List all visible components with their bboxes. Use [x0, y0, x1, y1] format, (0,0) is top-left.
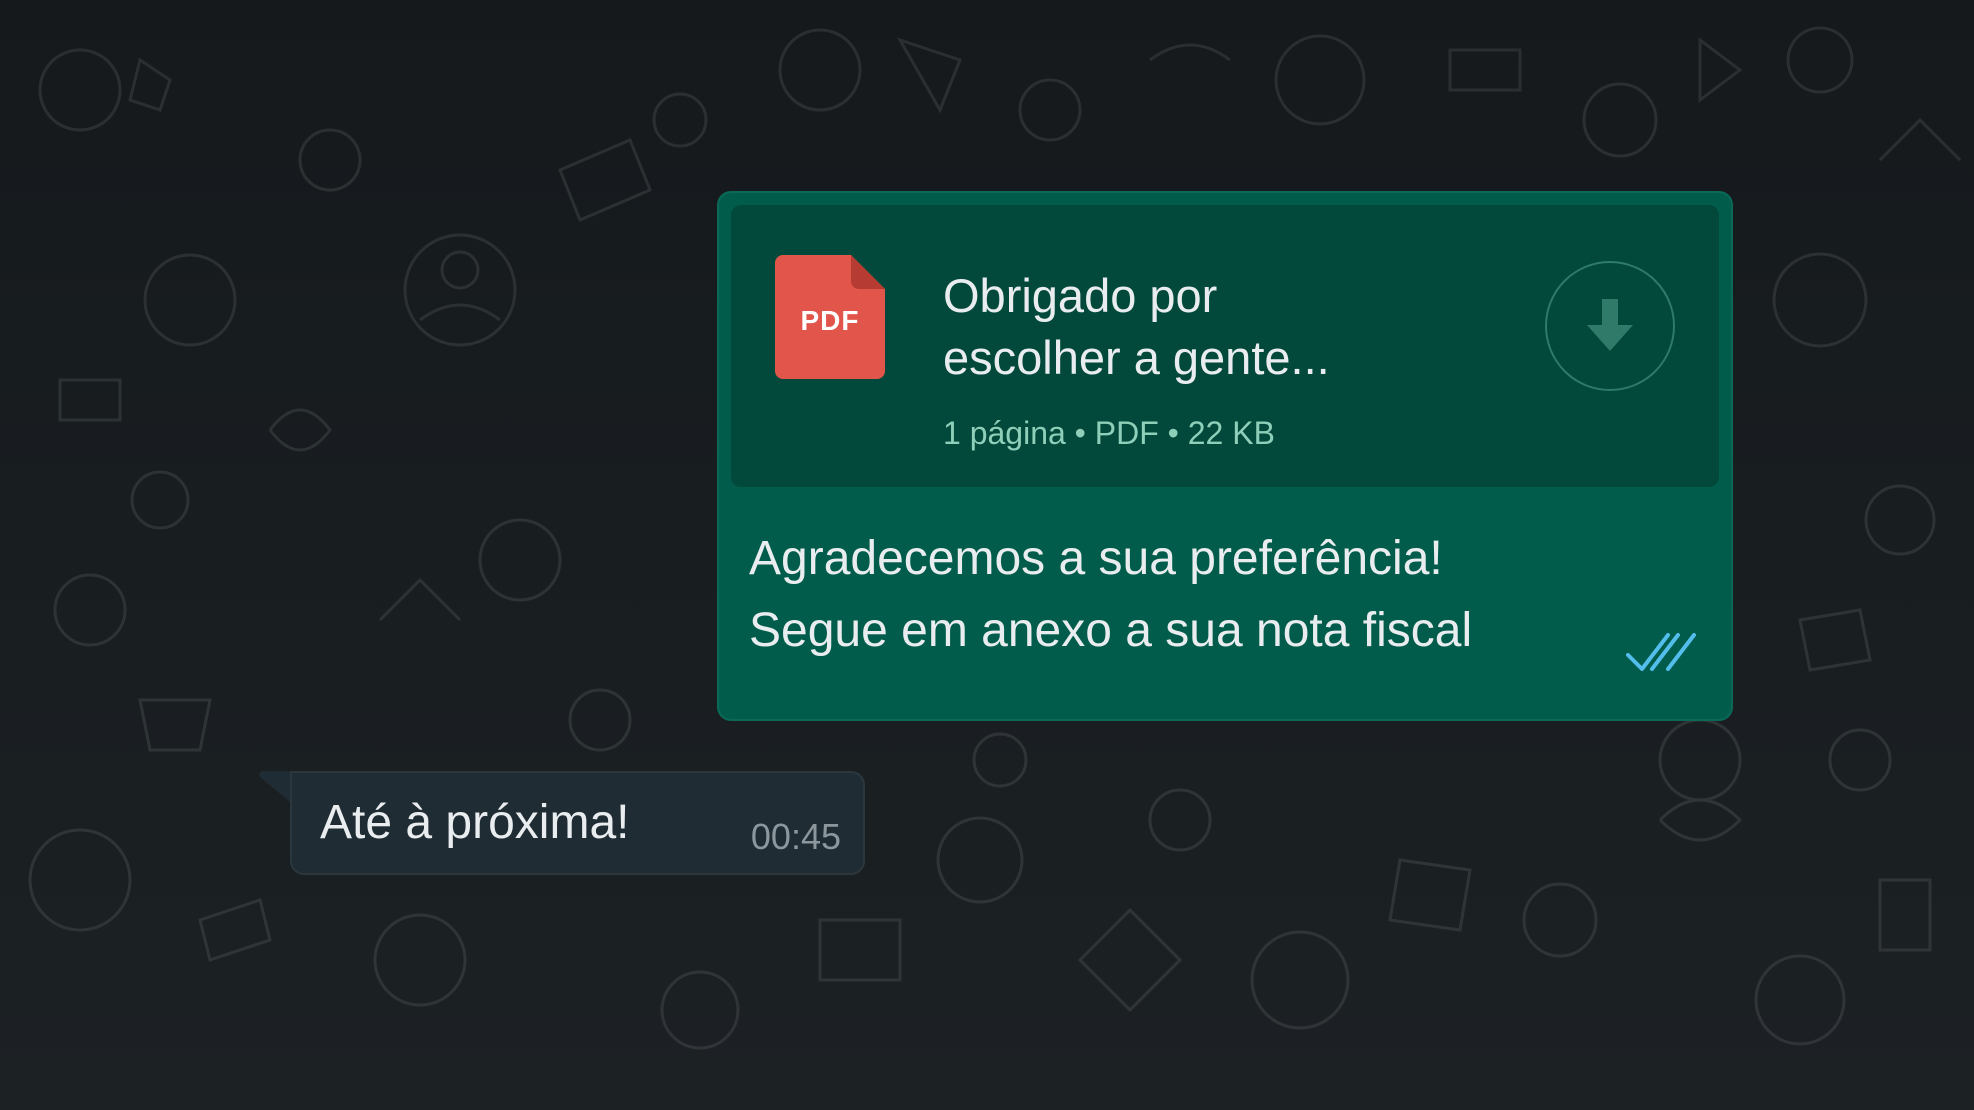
message-text: Até à próxima! — [320, 796, 630, 849]
message-text: Agradecemos a sua preferência! Segue em … — [749, 523, 1472, 667]
pdf-file-icon: PDF — [775, 255, 885, 379]
message-timestamp: 00:45 — [750, 816, 841, 857]
document-title: Obrigado por escolher a gente... — [943, 265, 1503, 389]
document-title-line: escolher a gente... — [943, 331, 1330, 384]
message-text-line: Agradecemos a sua preferência! — [749, 532, 1443, 585]
download-button[interactable] — [1545, 261, 1675, 391]
document-title-line: Obrigado por — [943, 269, 1218, 322]
double-check-read-icon — [1626, 633, 1696, 671]
pdf-badge-label: PDF — [800, 305, 860, 336]
document-attachment[interactable]: PDF Obrigado por escolher a gente... 1 p… — [731, 205, 1719, 487]
message-text-line: Segue em anexo a sua nota fiscal — [749, 604, 1473, 657]
outgoing-message-bubble[interactable]: PDF Obrigado por escolher a gente... 1 p… — [717, 191, 1733, 721]
download-arrow-icon — [1587, 299, 1633, 351]
incoming-message-bubble[interactable]: Até à próxima! 00:45 — [290, 771, 865, 875]
document-meta: 1 página • PDF • 22 KB — [943, 415, 1275, 451]
